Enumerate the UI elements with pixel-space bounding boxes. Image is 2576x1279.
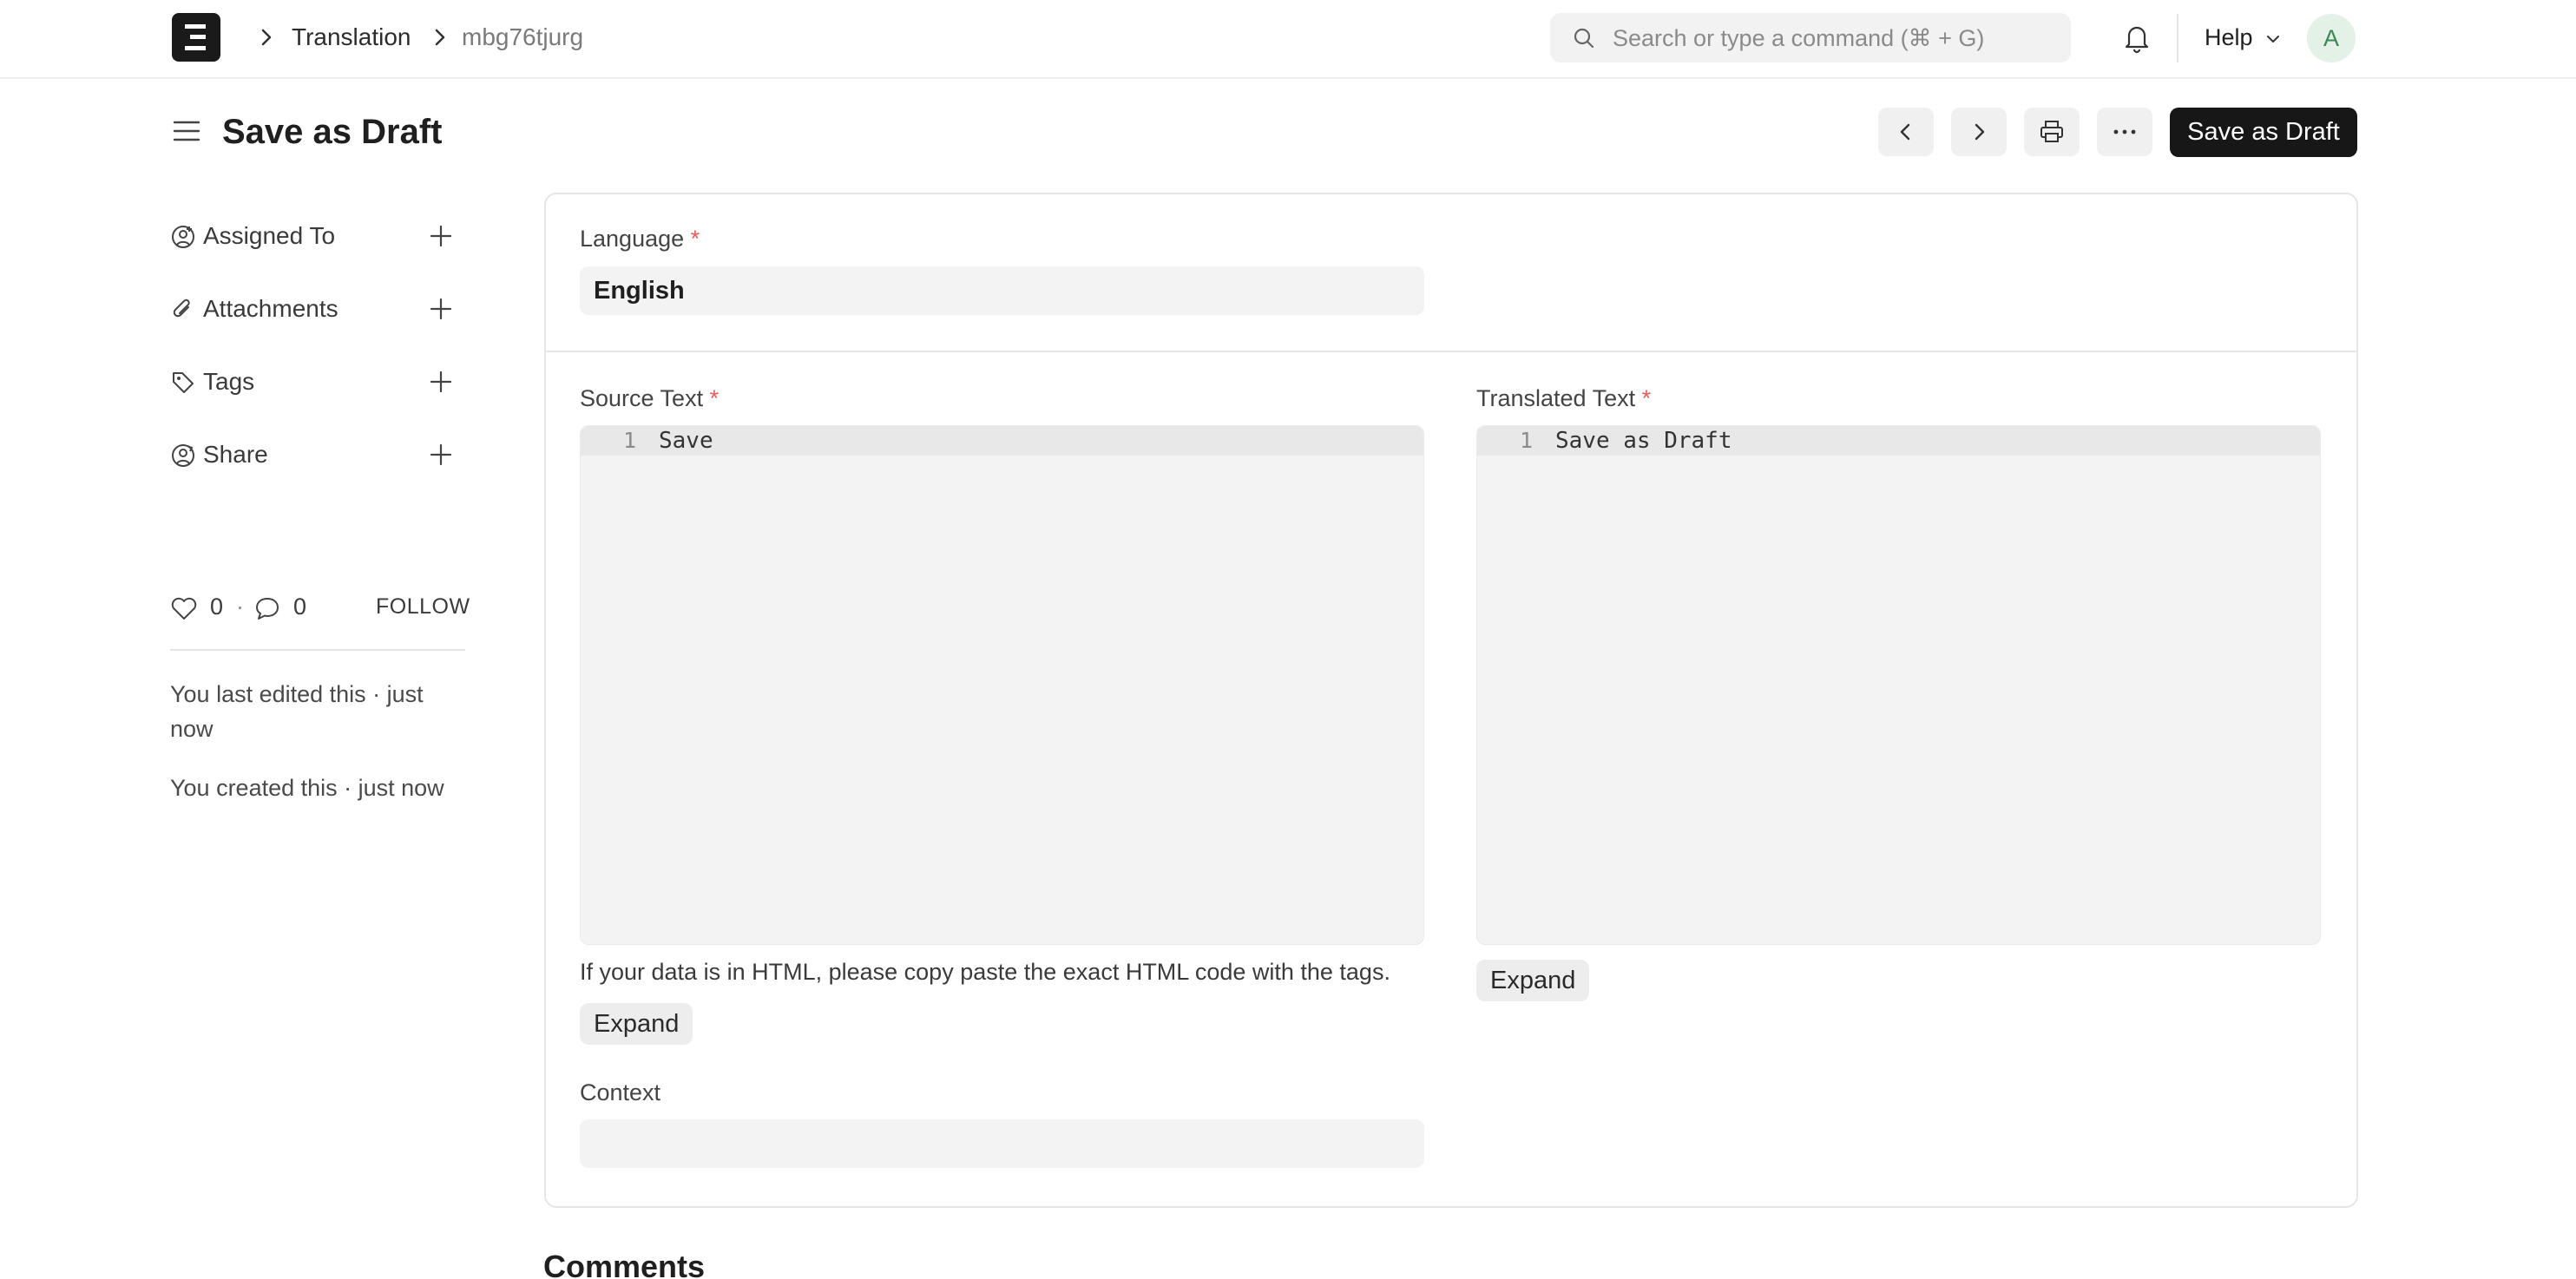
more-horizontal-icon bbox=[2113, 129, 2136, 134]
page-title: Save as Draft bbox=[222, 113, 443, 151]
breadcrumb-current-doc[interactable]: mbg76tjurg bbox=[462, 22, 583, 53]
source-text-editor[interactable]: 1 Save bbox=[580, 425, 1424, 945]
share-user-icon bbox=[172, 444, 194, 467]
sidebar-item-label: Tags bbox=[203, 368, 255, 395]
comment-icon[interactable] bbox=[253, 595, 281, 621]
source-text-value: Save bbox=[659, 428, 713, 454]
stats-separator: · bbox=[236, 594, 244, 620]
sidebar-item-share[interactable]: Share bbox=[170, 436, 465, 474]
search-input[interactable]: Search or type a command (⌘ + G) bbox=[1550, 13, 2071, 62]
more-actions-button[interactable] bbox=[2097, 108, 2152, 156]
timeline-last-edited: You last edited this · just now bbox=[170, 681, 424, 742]
help-label: Help bbox=[2205, 24, 2253, 50]
doc-stats: 0 · 0 FOLLOW bbox=[170, 592, 470, 626]
language-label: Language * bbox=[580, 226, 700, 252]
notification-bell-icon[interactable] bbox=[2121, 21, 2152, 56]
heart-icon[interactable] bbox=[170, 595, 198, 621]
search-placeholder: Search or type a command (⌘ + G) bbox=[1613, 25, 1985, 51]
chevron-right-icon bbox=[261, 29, 272, 46]
translated-text-label: Translated Text * bbox=[1476, 385, 1652, 411]
expand-source-button[interactable]: Expand bbox=[580, 1003, 693, 1045]
navbar-divider bbox=[2177, 14, 2178, 62]
print-button[interactable] bbox=[2024, 108, 2080, 156]
language-field[interactable]: English bbox=[580, 266, 1424, 315]
sidebar-item-label: Attachments bbox=[203, 295, 338, 322]
plus-icon[interactable] bbox=[427, 368, 455, 396]
translated-text-editor[interactable]: 1 Save as Draft bbox=[1476, 425, 2321, 945]
chevron-down-icon bbox=[2267, 35, 2280, 43]
source-text-label: Source Text * bbox=[580, 385, 720, 411]
chevron-left-icon bbox=[1900, 123, 1910, 141]
breadcrumb-translation[interactable]: Translation bbox=[292, 22, 411, 53]
plus-icon[interactable] bbox=[427, 441, 455, 469]
printer-icon bbox=[2040, 121, 2063, 142]
comments-heading: Comments bbox=[543, 1249, 706, 1279]
plus-icon[interactable] bbox=[427, 295, 455, 323]
language-value: English bbox=[594, 277, 685, 305]
context-label: Context bbox=[580, 1079, 661, 1105]
next-doc-button[interactable] bbox=[1951, 108, 2007, 156]
logo-e-icon bbox=[185, 24, 206, 50]
plus-icon[interactable] bbox=[427, 222, 455, 250]
sidebar-item-attachments[interactable]: Attachments bbox=[170, 290, 465, 328]
line-number: 1 bbox=[622, 428, 636, 453]
sidebar-divider bbox=[170, 649, 465, 651]
search-icon bbox=[1574, 28, 1594, 49]
context-field[interactable] bbox=[580, 1119, 1424, 1168]
chevron-right-icon bbox=[1975, 123, 1985, 141]
line-number: 1 bbox=[1519, 428, 1533, 453]
section-divider bbox=[544, 351, 2358, 352]
help-menu[interactable]: Help bbox=[2205, 22, 2282, 53]
timeline-created: You created this · just now bbox=[170, 775, 444, 801]
sidebar-item-assigned-to[interactable]: Assigned To bbox=[170, 217, 465, 255]
tag-icon bbox=[173, 372, 194, 393]
sidebar-toggle-icon[interactable] bbox=[172, 116, 201, 146]
paperclip-icon bbox=[173, 298, 190, 318]
chevron-right-icon bbox=[435, 29, 445, 46]
likes-count: 0 bbox=[210, 594, 224, 620]
sidebar-item-label: Assigned To bbox=[203, 222, 336, 249]
translated-text-value: Save as Draft bbox=[1555, 428, 1732, 454]
app-logo[interactable] bbox=[172, 13, 220, 62]
save-as-draft-button[interactable]: Save as Draft bbox=[2170, 108, 2357, 157]
sidebar-item-tags[interactable]: Tags bbox=[170, 363, 465, 401]
follow-button[interactable]: FOLLOW bbox=[376, 594, 470, 620]
expand-translated-button[interactable]: Expand bbox=[1476, 960, 1590, 1001]
user-avatar[interactable]: A bbox=[2307, 14, 2356, 62]
source-help-text: If your data is in HTML, please copy pas… bbox=[580, 959, 1390, 985]
assign-user-icon bbox=[172, 226, 194, 248]
previous-doc-button[interactable] bbox=[1878, 108, 1934, 156]
comments-count: 0 bbox=[293, 594, 307, 620]
top-navbar: Translation mbg76tjurg Search or type a … bbox=[0, 0, 2576, 79]
sidebar-item-label: Share bbox=[203, 441, 268, 468]
